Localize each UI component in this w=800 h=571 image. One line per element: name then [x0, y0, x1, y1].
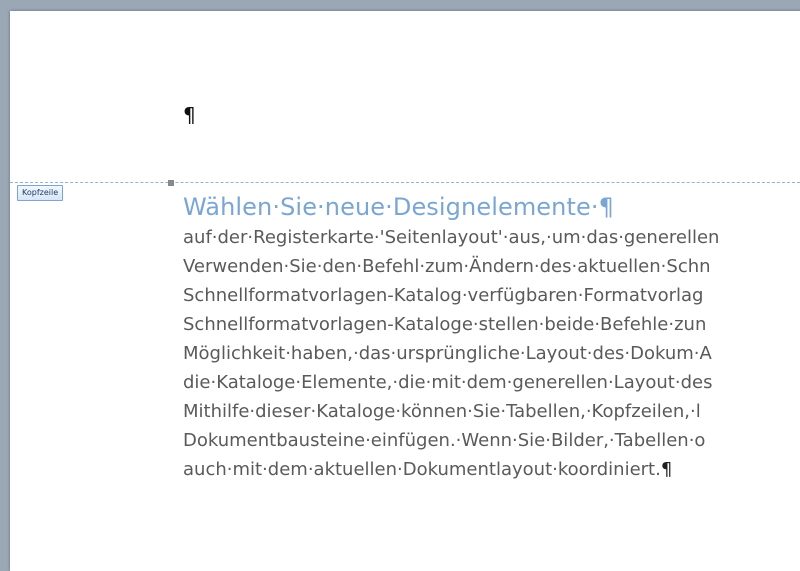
body-line[interactable]: Verwenden·Sie·den·Befehl·zum·Ändern·des·… — [183, 252, 800, 281]
heading-text: Wählen·Sie·neue·Designelemente· — [183, 193, 599, 221]
body-last-line[interactable]: auch·mit·dem·aktuellen·Dokumentlayout·ko… — [183, 455, 800, 484]
body-line[interactable]: Schnellformatvorlagen-Katalog·verfügbare… — [183, 281, 800, 310]
body-line[interactable]: Mithilfe·dieser·Kataloge·können·Sie·Tabe… — [183, 397, 800, 426]
header-boundary-line — [10, 182, 800, 183]
header-paragraph-mark[interactable]: ¶ — [183, 103, 196, 127]
body-line[interactable]: auf·der·Registerkarte·'Seitenlayout'·aus… — [183, 223, 800, 252]
body-line[interactable]: die·Kataloge·Elemente,·die·mit·dem·gener… — [183, 368, 800, 397]
document-canvas: ¶ Kopfzeile Wählen·Sie·neue·Designelemen… — [0, 0, 800, 571]
body-last-line-text: auch·mit·dem·aktuellen·Dokumentlayout·ko… — [183, 459, 661, 480]
body-line[interactable]: Dokumentbausteine·einfügen.·Wenn·Sie·Bil… — [183, 426, 800, 455]
end-paragraph-mark: ¶ — [660, 459, 673, 480]
text-boundary-marker — [168, 180, 174, 186]
body-line[interactable]: Möglichkeit·haben,·das·ursprüngliche·Lay… — [183, 339, 800, 368]
heading-paragraph-mark: ¶ — [598, 193, 614, 221]
header-label-tab[interactable]: Kopfzeile — [17, 185, 64, 201]
document-body[interactable]: Wählen·Sie·neue·Designelemente·¶ auf·der… — [183, 191, 800, 484]
body-line[interactable]: Schnellformatvorlagen-Kataloge·stellen·b… — [183, 310, 800, 339]
heading-paragraph[interactable]: Wählen·Sie·neue·Designelemente·¶ — [183, 191, 800, 223]
document-page[interactable]: ¶ Kopfzeile Wählen·Sie·neue·Designelemen… — [10, 11, 800, 571]
